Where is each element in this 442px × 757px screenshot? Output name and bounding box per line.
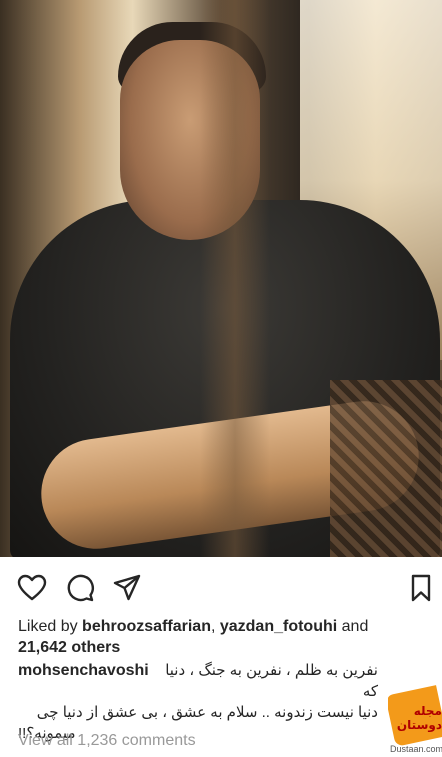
likes-and: and [337, 618, 369, 635]
post-action-bar [0, 567, 442, 607]
photo-blur [200, 0, 270, 557]
likes-separator: , [210, 618, 220, 635]
bookmark-icon[interactable] [406, 573, 436, 603]
watermark-site-text: Dustaan.com [390, 744, 442, 754]
paper-plane-icon[interactable] [112, 573, 142, 603]
likes-count-link[interactable]: 21,642 others [18, 639, 120, 656]
caption-owner-username[interactable]: mohsenchavoshi [18, 660, 149, 702]
caption-line: نفرین به ظلم ، نفرین به جنگ ، دنیا که [165, 662, 378, 700]
watermark-badge-text: مجله دوستان [396, 704, 442, 732]
view-all-comments-link[interactable]: View all 1,236 comments [18, 732, 196, 750]
liker-username-link[interactable]: behroozsaffarian [82, 618, 211, 635]
likes-summary: Liked by behroozsaffarian, yazdan_fotouh… [18, 616, 428, 658]
post-photo[interactable] [0, 0, 442, 557]
likes-prefix: Liked by [18, 618, 83, 635]
photo-chair [330, 380, 442, 557]
heart-icon[interactable] [17, 573, 47, 603]
site-watermark: مجله دوستان Dustaan.com [388, 684, 442, 757]
caption-line: دنیا نیست زندونه .. سلام به عشق ، بی عشق… [36, 704, 378, 721]
liker-username-link[interactable]: yazdan_fotouhi [220, 618, 337, 635]
comment-bubble-icon[interactable] [65, 573, 95, 603]
